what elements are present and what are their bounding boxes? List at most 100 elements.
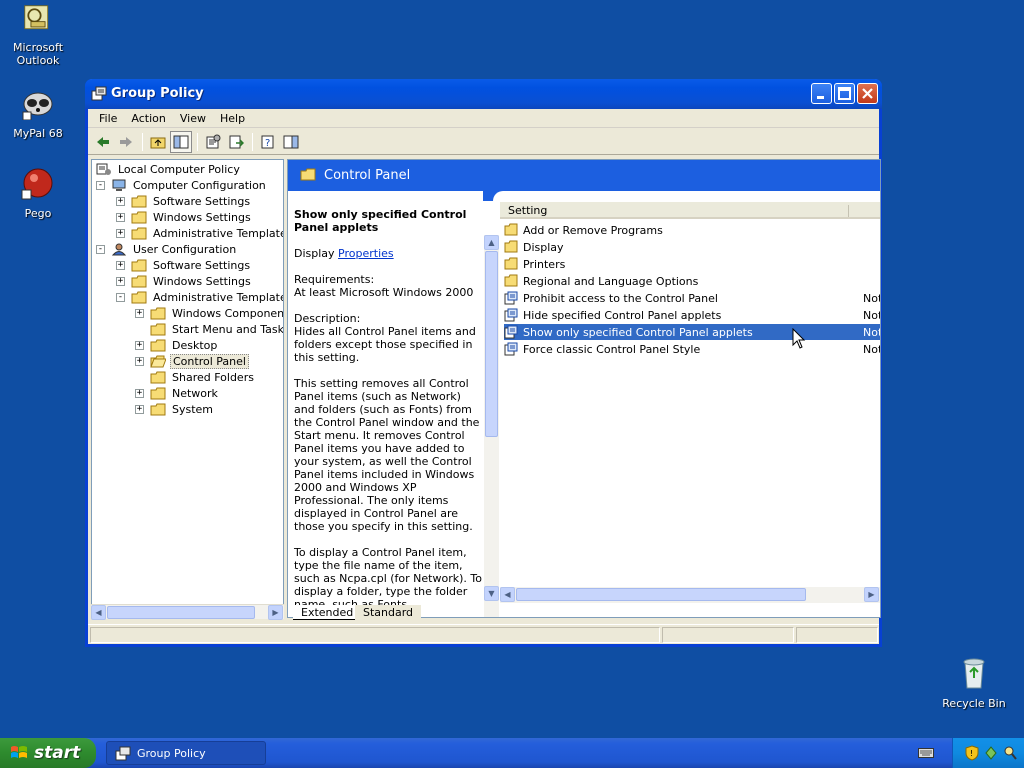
- status-segment: [90, 627, 660, 643]
- tree-item-user-configuration[interactable]: - User Configuration: [96, 241, 238, 257]
- tree-item-start-menu-and-taskbar[interactable]: Start Menu and Taskba: [135, 321, 283, 337]
- list-item-state: Not: [863, 291, 881, 305]
- network-status-icon[interactable]: [984, 745, 998, 761]
- taskbar-item-group-policy[interactable]: Group Policy: [106, 741, 266, 765]
- scroll-right-button[interactable]: ▶: [864, 587, 879, 602]
- expand-icon[interactable]: +: [135, 308, 144, 318]
- tree-label: Windows Settings: [153, 210, 251, 224]
- list-item-state: Not: [863, 342, 881, 356]
- tab-standard[interactable]: Standard: [355, 605, 422, 620]
- scroll-thumb[interactable]: [516, 588, 806, 601]
- list-item[interactable]: Display: [504, 239, 880, 255]
- tree-horizontal-scrollbar[interactable]: ◀ ▶: [91, 604, 284, 620]
- tree-item-windows-settings[interactable]: + Windows Settings: [116, 273, 253, 289]
- desktop-icon-label: Recycle Bin: [942, 697, 1006, 710]
- column-divider[interactable]: [848, 205, 849, 217]
- tree-item-windows-components[interactable]: + Windows Components: [135, 305, 283, 321]
- collapse-icon[interactable]: -: [96, 180, 105, 190]
- tree-item-network[interactable]: + Network: [135, 385, 220, 401]
- title-bar[interactable]: Group Policy: [85, 79, 882, 109]
- tree-item-system[interactable]: + System: [135, 401, 215, 417]
- expand-icon[interactable]: +: [116, 196, 125, 206]
- close-button[interactable]: [857, 83, 878, 104]
- scroll-left-button[interactable]: ◀: [500, 587, 515, 602]
- expand-icon[interactable]: +: [116, 212, 125, 222]
- list-item[interactable]: Hide specified Control Panel applets Not: [504, 307, 880, 323]
- tree-item-administrative-templates[interactable]: - Administrative Templates: [116, 289, 283, 305]
- show-hide-action-pane-button[interactable]: [280, 131, 302, 153]
- menu-action[interactable]: Action: [124, 112, 172, 125]
- folder-icon: [131, 195, 147, 207]
- show-hide-tree-button[interactable]: [170, 131, 192, 153]
- desktop-icon-label: MyPal 68: [13, 127, 63, 140]
- tree-item-control-panel[interactable]: + Control Panel: [135, 353, 249, 369]
- desktop-icon-recycle-bin[interactable]: Recycle Bin: [934, 656, 1014, 710]
- folder-icon: [150, 307, 166, 319]
- up-one-level-button[interactable]: [147, 131, 169, 153]
- scroll-down-button[interactable]: ▼: [484, 586, 499, 601]
- properties-link[interactable]: Properties: [338, 247, 394, 260]
- tab-label: Standard: [363, 606, 414, 619]
- group-policy-icon: [115, 746, 131, 761]
- tree-item-desktop[interactable]: + Desktop: [135, 337, 219, 353]
- minimize-button[interactable]: [811, 83, 832, 104]
- expand-icon[interactable]: +: [135, 340, 144, 350]
- expand-icon[interactable]: +: [116, 228, 125, 238]
- list-item-label: Add or Remove Programs: [523, 223, 663, 237]
- tree-item-software-settings[interactable]: + Software Settings: [116, 193, 252, 209]
- tab-extended[interactable]: Extended: [293, 605, 362, 620]
- tree-item-shared-folders[interactable]: Shared Folders: [135, 369, 256, 385]
- list-item[interactable]: Prohibit access to the Control Panel Not: [504, 290, 880, 306]
- search-icon[interactable]: [1003, 745, 1017, 761]
- back-button[interactable]: [92, 131, 114, 153]
- column-header-setting[interactable]: Setting: [508, 204, 547, 217]
- scroll-thumb[interactable]: [485, 251, 498, 437]
- list-item[interactable]: Add or Remove Programs: [504, 222, 880, 238]
- status-segment: [662, 627, 794, 643]
- list-item[interactable]: Regional and Language Options: [504, 273, 880, 289]
- expand-icon[interactable]: +: [116, 276, 125, 286]
- scroll-thumb[interactable]: [107, 606, 255, 619]
- desktop-icon-mypal[interactable]: MyPal 68: [0, 86, 78, 140]
- menu-help[interactable]: Help: [213, 112, 252, 125]
- help-button[interactable]: ?: [257, 131, 279, 153]
- group-policy-window: Group Policy File Action View Help ? Loc…: [85, 79, 882, 647]
- description-vertical-scrollbar[interactable]: ▲ ▼: [484, 235, 499, 617]
- toolbar: ?: [88, 130, 879, 155]
- start-button[interactable]: start: [0, 738, 96, 768]
- forward-button[interactable]: [115, 131, 137, 153]
- tree-item-windows-settings[interactable]: + Windows Settings: [116, 209, 253, 225]
- collapse-icon[interactable]: -: [116, 292, 125, 302]
- security-shield-icon[interactable]: !: [965, 745, 979, 761]
- expand-icon[interactable]: +: [116, 260, 125, 270]
- export-list-button[interactable]: [225, 131, 247, 153]
- collapse-icon[interactable]: -: [96, 244, 105, 254]
- tree-item-administrative-templates[interactable]: + Administrative Templates: [116, 225, 283, 241]
- console-tree-icon: [173, 135, 189, 149]
- menu-file[interactable]: File: [92, 112, 124, 125]
- desktop-icon-pego[interactable]: Pego: [0, 166, 78, 220]
- expand-icon[interactable]: +: [135, 404, 144, 414]
- scroll-up-button[interactable]: ▲: [484, 235, 499, 250]
- tree-item-local-computer-policy[interactable]: Local Computer Policy: [96, 161, 242, 177]
- menu-view[interactable]: View: [173, 112, 213, 125]
- keyboard-icon[interactable]: [918, 747, 934, 759]
- expand-icon[interactable]: +: [135, 356, 144, 366]
- description-title: Show only specified Control Panel applet…: [294, 208, 467, 234]
- scroll-right-button[interactable]: ▶: [268, 605, 283, 620]
- list-item[interactable]: Show only specified Control Panel applet…: [504, 324, 880, 340]
- scroll-left-button[interactable]: ◀: [91, 605, 106, 620]
- requirements-label: Requirements:: [294, 273, 375, 286]
- tree-item-software-settings[interactable]: + Software Settings: [116, 257, 252, 273]
- tree-item-computer-configuration[interactable]: - Computer Configuration: [96, 177, 268, 193]
- help-icon: ?: [261, 135, 274, 149]
- maximize-button[interactable]: [834, 83, 855, 104]
- list-item[interactable]: Printers: [504, 256, 880, 272]
- list-horizontal-scrollbar[interactable]: ◀ ▶: [500, 587, 880, 603]
- menu-bar: File Action View Help: [88, 109, 879, 128]
- desktop-icon-outlook[interactable]: Microsoft Outlook: [0, 4, 78, 67]
- properties-button[interactable]: [202, 131, 224, 153]
- computer-icon: [112, 179, 126, 191]
- expand-icon[interactable]: +: [135, 388, 144, 398]
- list-item[interactable]: Force classic Control Panel Style Not: [504, 341, 880, 357]
